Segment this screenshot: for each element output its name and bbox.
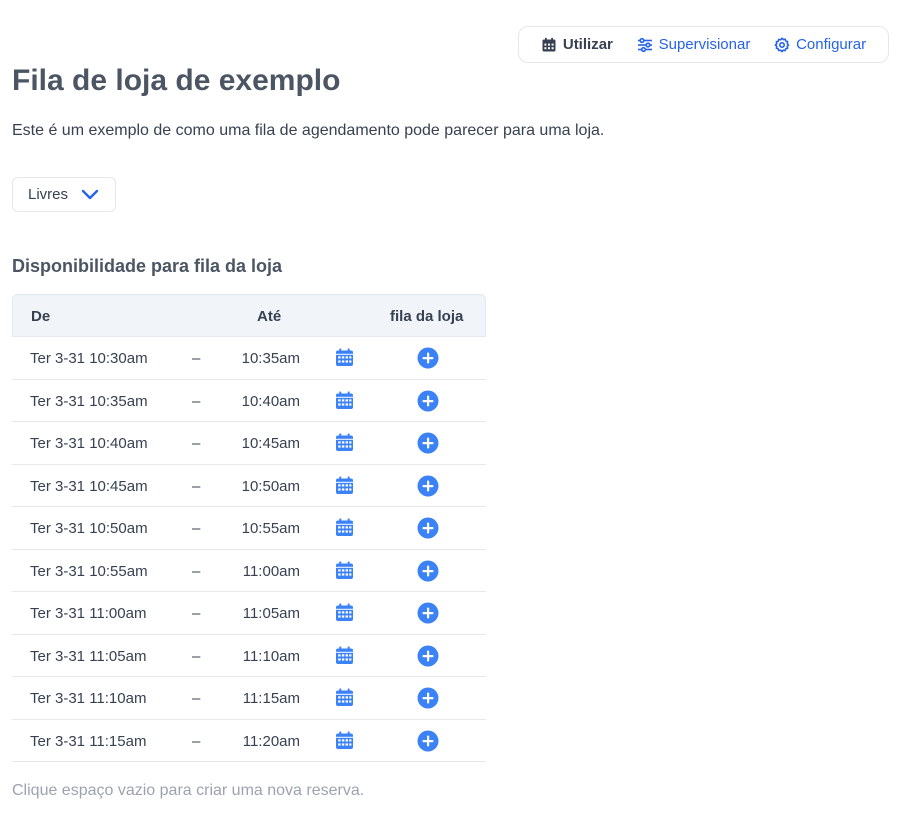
- chevron-down-icon: [81, 189, 99, 199]
- slot-end: 11:00am: [242, 562, 300, 580]
- table-row[interactable]: Ter 3-31 11:10am – 11:15am: [12, 677, 486, 720]
- table-row[interactable]: Ter 3-31 10:35am – 10:40am: [12, 380, 486, 422]
- calendar-icon[interactable]: [335, 603, 354, 622]
- slot-separator: –: [192, 732, 201, 750]
- table-row[interactable]: Ter 3-31 10:40am – 10:45am: [12, 422, 486, 465]
- slot-start: Ter 3-31 11:05am: [30, 647, 147, 665]
- slot-end: 11:10am: [242, 647, 300, 665]
- slot-start: Ter 3-31 10:40am: [30, 435, 148, 452]
- slot-end: 10:55am: [241, 520, 300, 537]
- gear-icon: [774, 36, 790, 52]
- slot-start: Ter 3-31 10:55am: [30, 562, 148, 580]
- table-header: De Até fila da loja: [12, 294, 486, 337]
- slot-start: Ter 3-31 10:35am: [30, 392, 148, 410]
- calendar-icon[interactable]: [335, 348, 354, 367]
- add-booking-icon[interactable]: [417, 347, 439, 369]
- slot-start: Ter 3-31 10:30am: [30, 350, 148, 367]
- slot-end: 11:15am: [242, 690, 300, 707]
- calendar-icon[interactable]: [335, 561, 354, 580]
- nav-configurar[interactable]: Configurar: [774, 36, 866, 53]
- table-row[interactable]: Ter 3-31 10:45am – 10:50am: [12, 465, 486, 507]
- header-from: De: [31, 308, 51, 325]
- add-booking-icon[interactable]: [417, 475, 439, 497]
- page-description: Este é um exemplo de como uma fila de ag…: [12, 122, 605, 139]
- slot-separator: –: [192, 350, 201, 367]
- table-row[interactable]: Ter 3-31 11:15am – 11:20am: [12, 720, 486, 762]
- table-row[interactable]: Ter 3-31 11:05am – 11:10am: [12, 635, 486, 677]
- slot-separator: –: [192, 520, 201, 537]
- slot-separator: –: [192, 435, 201, 452]
- availability-filter-select[interactable]: Livres: [12, 177, 116, 212]
- add-booking-icon[interactable]: [417, 560, 439, 582]
- add-booking-icon[interactable]: [417, 432, 439, 454]
- calendar-icon: [542, 37, 556, 51]
- table-row[interactable]: Ter 3-31 11:00am – 11:05am: [12, 592, 486, 635]
- calendar-icon[interactable]: [335, 646, 354, 665]
- slot-separator: –: [192, 477, 201, 495]
- slot-end: 10:45am: [241, 435, 300, 452]
- slot-separator: –: [192, 605, 201, 622]
- sliders-icon: [637, 37, 652, 52]
- header-queue: fila da loja: [390, 308, 464, 325]
- slot-start: Ter 3-31 11:10am: [30, 690, 147, 707]
- availability-table: De Até fila da loja Ter 3-31 10:30am – 10:…: [12, 294, 486, 762]
- slot-end: 10:40am: [241, 392, 300, 410]
- slot-start: Ter 3-31 11:00am: [30, 605, 147, 622]
- table-row[interactable]: Ter 3-31 10:55am – 11:00am: [12, 550, 486, 592]
- nav-utilizar-label: Utilizar: [562, 36, 613, 53]
- add-booking-icon[interactable]: [417, 687, 439, 709]
- slot-start: Ter 3-31 10:45am: [30, 477, 148, 495]
- table-row[interactable]: Ter 3-31 10:30am – 10:35am: [12, 337, 486, 380]
- slot-end: 11:05am: [242, 605, 300, 622]
- filter-selected-value: Livres: [28, 186, 69, 203]
- add-booking-icon[interactable]: [417, 517, 439, 539]
- add-booking-icon[interactable]: [417, 390, 439, 412]
- empty-slot-hint: Clique espaço vazio para criar uma nova …: [12, 782, 365, 799]
- nav-utilizar[interactable]: Utilizar: [541, 36, 613, 53]
- header-to: Até: [257, 308, 282, 325]
- nav-supervisionar-label: Supervisionar: [658, 36, 751, 53]
- view-switcher: Utilizar Supervisionar Configurar: [518, 26, 889, 63]
- calendar-icon[interactable]: [335, 731, 354, 750]
- calendar-icon[interactable]: [335, 433, 354, 452]
- calendar-icon[interactable]: [335, 391, 354, 410]
- availability-title: Disponibilidade para fila da loja: [12, 256, 283, 276]
- calendar-icon[interactable]: [335, 688, 354, 707]
- add-booking-icon[interactable]: [417, 730, 439, 752]
- slot-separator: –: [192, 647, 201, 665]
- slot-end: 11:20am: [242, 732, 300, 750]
- add-booking-icon[interactable]: [417, 602, 439, 624]
- table-row[interactable]: Ter 3-31 10:50am – 10:55am: [12, 507, 486, 550]
- add-booking-icon[interactable]: [417, 645, 439, 667]
- nav-supervisionar[interactable]: Supervisionar: [637, 36, 751, 53]
- slot-start: Ter 3-31 10:50am: [30, 520, 148, 537]
- calendar-icon[interactable]: [335, 476, 354, 495]
- slot-separator: –: [192, 562, 201, 580]
- slot-separator: –: [192, 690, 201, 707]
- slot-separator: –: [192, 392, 201, 410]
- slot-end: 10:35am: [241, 350, 300, 367]
- calendar-icon[interactable]: [335, 518, 354, 537]
- slot-end: 10:50am: [241, 477, 300, 495]
- slot-start: Ter 3-31 11:15am: [30, 732, 147, 750]
- nav-configurar-label: Configurar: [796, 36, 867, 53]
- page-title: Fila de loja de exemplo: [12, 64, 341, 97]
